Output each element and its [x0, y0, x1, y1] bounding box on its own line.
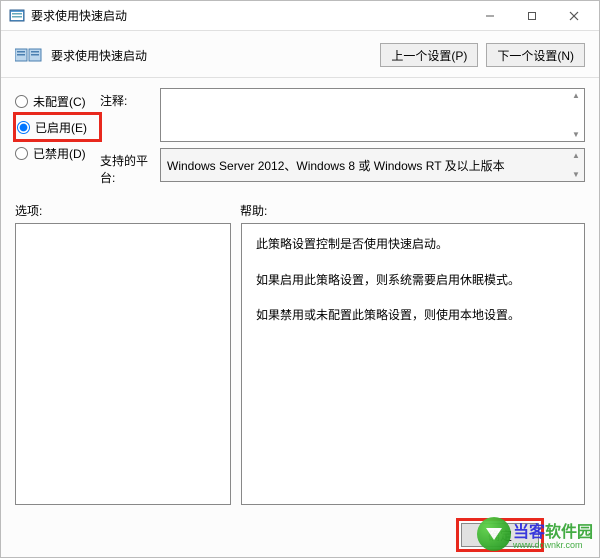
radio-not-configured-label: 未配置(C) — [33, 93, 86, 110]
platform-label: 支持的平台: — [100, 148, 160, 186]
config-area: 未配置(C) 已启用(E) 已禁用(D) 注释: ▲▼ 支持的平台: Windo… — [1, 78, 599, 194]
ok-button[interactable]: 确定 — [461, 523, 539, 547]
titlebar: 要求使用快速启动 — [1, 1, 599, 31]
radio-not-configured-input[interactable] — [15, 95, 28, 108]
help-text-3: 如果禁用或未配置此策略设置，则使用本地设置。 — [256, 305, 570, 327]
radio-enabled[interactable]: 已启用(E) — [15, 114, 100, 140]
platform-scroll-hint: ▲▼ — [568, 149, 584, 181]
comment-textarea[interactable] — [160, 88, 585, 142]
policy-header: 要求使用快速启动 上一个设置(P) 下一个设置(N) — [1, 31, 599, 78]
supported-platform-text: Windows Server 2012、Windows 8 或 Windows … — [167, 157, 505, 174]
previous-setting-button[interactable]: 上一个设置(P) — [380, 43, 478, 67]
options-section-label: 选项: — [15, 202, 240, 219]
help-panel: 此策略设置控制是否使用快速启动。 如果启用此策略设置，则系统需要启用休眠模式。 … — [241, 223, 585, 505]
dialog-footer: 确定 — [461, 523, 539, 547]
radio-disabled-input[interactable] — [15, 147, 28, 160]
radio-not-configured[interactable]: 未配置(C) — [15, 88, 100, 114]
radio-enabled-label: 已启用(E) — [35, 119, 87, 136]
minimize-button[interactable] — [469, 2, 511, 30]
radio-enabled-input[interactable] — [17, 121, 30, 134]
radio-disabled[interactable]: 已禁用(D) — [15, 140, 100, 166]
next-setting-button[interactable]: 下一个设置(N) — [486, 43, 585, 67]
supported-platform-box: Windows Server 2012、Windows 8 或 Windows … — [160, 148, 585, 182]
policy-icon — [15, 46, 43, 64]
window-icon — [9, 8, 25, 24]
window-title: 要求使用快速启动 — [31, 7, 469, 24]
comment-label: 注释: — [100, 88, 160, 142]
help-text-2: 如果启用此策略设置，则系统需要启用休眠模式。 — [256, 270, 570, 292]
help-section-label: 帮助: — [240, 202, 585, 219]
options-panel — [15, 223, 231, 505]
radio-disabled-label: 已禁用(D) — [33, 145, 86, 162]
close-button[interactable] — [553, 2, 595, 30]
state-radio-group: 未配置(C) 已启用(E) 已禁用(D) — [15, 88, 100, 192]
maximize-button[interactable] — [511, 2, 553, 30]
policy-title: 要求使用快速启动 — [51, 47, 372, 64]
help-text-1: 此策略设置控制是否使用快速启动。 — [256, 234, 570, 256]
